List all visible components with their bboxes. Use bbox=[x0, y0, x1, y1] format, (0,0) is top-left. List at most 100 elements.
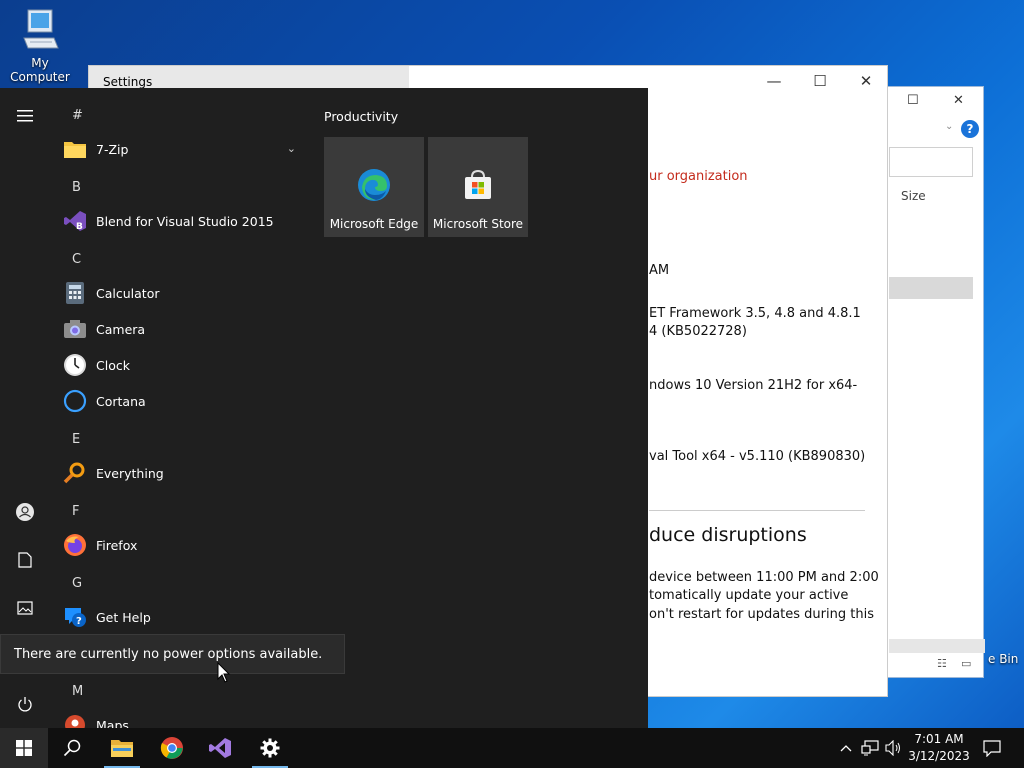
list-item-firefox[interactable]: Firefox bbox=[62, 528, 306, 562]
horizontal-scrollbar[interactable] bbox=[889, 639, 985, 653]
visual-studio-blend-icon: B bbox=[62, 208, 88, 234]
minimize-icon[interactable]: — bbox=[751, 70, 797, 92]
size-column-header[interactable]: Size bbox=[901, 189, 926, 203]
last-checked-time: AM bbox=[649, 263, 670, 278]
hamburger-menu-icon[interactable] bbox=[13, 104, 37, 128]
my-computer-desktop-icon[interactable]: My Computer bbox=[0, 8, 80, 84]
network-icon[interactable] bbox=[860, 738, 880, 758]
help-icon[interactable]: ? bbox=[961, 120, 979, 138]
search-input[interactable] bbox=[889, 147, 973, 177]
letter-header-c[interactable]: C bbox=[72, 252, 81, 267]
maximize-icon[interactable]: ☐ bbox=[797, 70, 843, 92]
app-label: Firefox bbox=[96, 537, 138, 553]
recycle-bin-label[interactable]: e Bin bbox=[988, 652, 1018, 666]
tile-label: Microsoft Store bbox=[432, 217, 524, 231]
maps-icon bbox=[62, 712, 88, 728]
selected-file-row[interactable] bbox=[889, 277, 973, 299]
letter-header-g[interactable]: G bbox=[72, 576, 82, 591]
list-item-calculator[interactable]: Calculator bbox=[62, 276, 306, 310]
app-label: Camera bbox=[96, 321, 146, 337]
update-net-framework: ET Framework 3.5, 4.8 and 4.8.1 bbox=[649, 306, 861, 321]
chevron-down-icon[interactable]: ⌄ bbox=[287, 142, 296, 155]
folder-icon bbox=[62, 136, 88, 162]
folder-icon bbox=[111, 740, 133, 757]
visual-studio-icon bbox=[209, 738, 231, 758]
windows-logo-icon bbox=[16, 740, 32, 756]
letter-header-b[interactable]: B bbox=[72, 180, 81, 195]
tile-group-title[interactable]: Productivity bbox=[324, 109, 398, 124]
get-help-icon: ? bbox=[62, 604, 88, 630]
list-item-cortana[interactable]: Cortana bbox=[62, 384, 306, 418]
taskbar-settings[interactable] bbox=[246, 728, 294, 768]
list-item-clock[interactable]: Clock bbox=[62, 348, 306, 382]
app-label: Clock bbox=[96, 357, 130, 373]
pictures-icon[interactable] bbox=[13, 596, 37, 620]
taskbar-clock[interactable]: 7:01 AM 3/12/2023 bbox=[904, 731, 974, 765]
taskbar-search-button[interactable] bbox=[48, 728, 96, 768]
active-hours-text-3: on't restart for updates during this bbox=[649, 607, 874, 622]
list-item-everything[interactable]: Everything bbox=[62, 456, 306, 490]
settings-title: Settings bbox=[103, 75, 153, 89]
search-icon bbox=[63, 739, 81, 757]
list-item-maps[interactable]: Maps bbox=[62, 708, 306, 728]
update-windows-10: ndows 10 Version 21H2 for x64- bbox=[649, 378, 858, 393]
chevron-down-icon[interactable]: ⌄ bbox=[945, 121, 953, 132]
clock-icon bbox=[62, 352, 88, 378]
volume-icon[interactable] bbox=[884, 738, 904, 758]
calculator-icon bbox=[62, 280, 88, 306]
clock-date: 3/12/2023 bbox=[908, 749, 970, 763]
gear-icon bbox=[260, 738, 280, 758]
tile-label: Microsoft Edge bbox=[329, 217, 419, 231]
taskbar-chrome[interactable] bbox=[148, 728, 196, 768]
app-label: Cortana bbox=[96, 393, 146, 409]
clock-time: 7:01 AM bbox=[914, 732, 964, 746]
app-label: Blend for Visual Studio 2015 bbox=[96, 213, 274, 229]
start-menu[interactable]: # 7-Zip ⌄ B B Blend for Visual Studio 20… bbox=[0, 88, 648, 728]
large-icons-view-icon[interactable]: ▭ bbox=[961, 657, 971, 670]
action-center-icon[interactable] bbox=[982, 738, 1002, 758]
update-malicious-removal-tool: val Tool x64 - v5.110 (KB890830) bbox=[649, 449, 866, 464]
app-label: Everything bbox=[96, 465, 164, 481]
taskbar: 7:01 AM 3/12/2023 bbox=[0, 728, 1024, 768]
list-item-blend[interactable]: B Blend for Visual Studio 2015 bbox=[62, 204, 306, 238]
close-icon[interactable]: ✕ bbox=[843, 70, 889, 92]
organization-notice[interactable]: ur organization bbox=[649, 169, 748, 184]
search-magnifier-icon bbox=[62, 460, 88, 486]
list-item-camera[interactable]: Camera bbox=[62, 312, 306, 346]
cortana-icon bbox=[62, 388, 88, 414]
chrome-icon bbox=[160, 737, 183, 759]
computer-icon bbox=[23, 9, 59, 49]
list-item-get-help[interactable]: ? Get Help bbox=[62, 600, 306, 634]
microsoft-store-icon bbox=[465, 169, 491, 199]
start-rail bbox=[0, 88, 50, 728]
tile-microsoft-edge[interactable]: Microsoft Edge bbox=[324, 137, 424, 237]
firefox-icon bbox=[62, 532, 88, 558]
letter-header-m[interactable]: M bbox=[72, 684, 83, 699]
close-icon[interactable]: ✕ bbox=[953, 93, 964, 108]
taskbar-file-explorer[interactable] bbox=[98, 728, 146, 768]
app-label: Calculator bbox=[96, 285, 160, 301]
power-options-tooltip: There are currently no power options ava… bbox=[0, 634, 345, 674]
documents-icon[interactable] bbox=[13, 548, 37, 572]
list-item-7zip[interactable]: 7-Zip ⌄ bbox=[62, 132, 306, 166]
user-account-icon[interactable] bbox=[13, 500, 37, 524]
active-hours-heading: duce disruptions bbox=[649, 524, 807, 546]
power-icon[interactable] bbox=[13, 692, 37, 716]
tile-microsoft-store[interactable]: Microsoft Store bbox=[428, 137, 528, 237]
my-computer-label: My Computer bbox=[10, 56, 70, 84]
app-label: 7-Zip bbox=[96, 141, 129, 157]
app-label: Get Help bbox=[96, 609, 151, 625]
mouse-cursor-icon bbox=[217, 662, 231, 683]
maximize-icon[interactable]: ☐ bbox=[907, 93, 919, 108]
update-net-framework-kb: 4 (KB5022728) bbox=[649, 324, 747, 339]
section-divider bbox=[649, 510, 865, 511]
show-hidden-icons-chevron-icon[interactable] bbox=[836, 738, 856, 758]
svg-text:?: ? bbox=[76, 616, 82, 627]
start-button[interactable] bbox=[0, 728, 48, 768]
taskbar-visual-studio[interactable] bbox=[196, 728, 244, 768]
letter-header-f[interactable]: F bbox=[72, 504, 79, 519]
letter-header-e[interactable]: E bbox=[72, 432, 80, 447]
letter-header-hash[interactable]: # bbox=[72, 108, 83, 123]
svg-text:B: B bbox=[76, 222, 83, 232]
details-view-icon[interactable]: ☷ bbox=[937, 657, 947, 670]
